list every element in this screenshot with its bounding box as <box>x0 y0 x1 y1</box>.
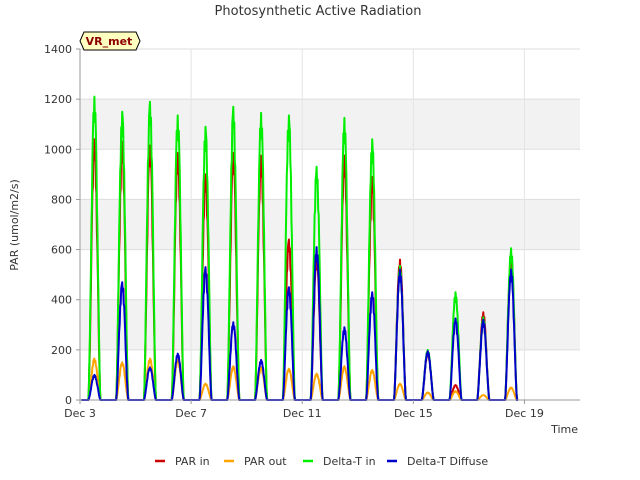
y-tick-label: 1200 <box>44 93 72 106</box>
y-tick-label: 200 <box>51 344 72 357</box>
y-tick-label: 0 <box>65 394 72 407</box>
par-chart: Photosynthetic Active Radiation 0 200 400 6… <box>8 4 580 468</box>
y-tick-label: 800 <box>51 193 72 206</box>
legend-label: PAR out <box>244 455 287 468</box>
y-tick-label: 400 <box>51 294 72 307</box>
background-band <box>80 199 580 250</box>
x-tick-label: Dec 3 <box>64 407 96 420</box>
background-band <box>80 99 580 150</box>
legend-label: Delta-T Diffuse <box>407 455 488 468</box>
site-badge-label: VR_met <box>86 35 133 48</box>
x-tick-label: Dec 19 <box>505 407 544 420</box>
y-tick-label: 1400 <box>44 43 72 56</box>
site-badge: VR_met <box>79 31 141 51</box>
legend: PAR in PAR out Delta-T in Delta-T Diffuse <box>155 455 488 468</box>
y-axis-label: PAR (umol/m2/s) <box>8 179 21 271</box>
x-tick-label: Dec 7 <box>175 407 207 420</box>
x-axis-ticks: Dec 3 Dec 7 Dec 11 Dec 15 Dec 19 <box>64 400 544 420</box>
x-tick-label: Dec 11 <box>283 407 322 420</box>
x-tick-label: Dec 15 <box>394 407 433 420</box>
x-axis-label: Time <box>550 423 578 436</box>
legend-label: PAR in <box>175 455 210 468</box>
chart-title: Photosynthetic Active Radiation <box>215 4 422 19</box>
y-tick-label: 1000 <box>44 143 72 156</box>
y-tick-label: 600 <box>51 244 72 257</box>
y-axis-ticks: 0 200 400 600 800 1000 1200 1400 <box>44 43 80 407</box>
legend-label: Delta-T in <box>323 455 376 468</box>
